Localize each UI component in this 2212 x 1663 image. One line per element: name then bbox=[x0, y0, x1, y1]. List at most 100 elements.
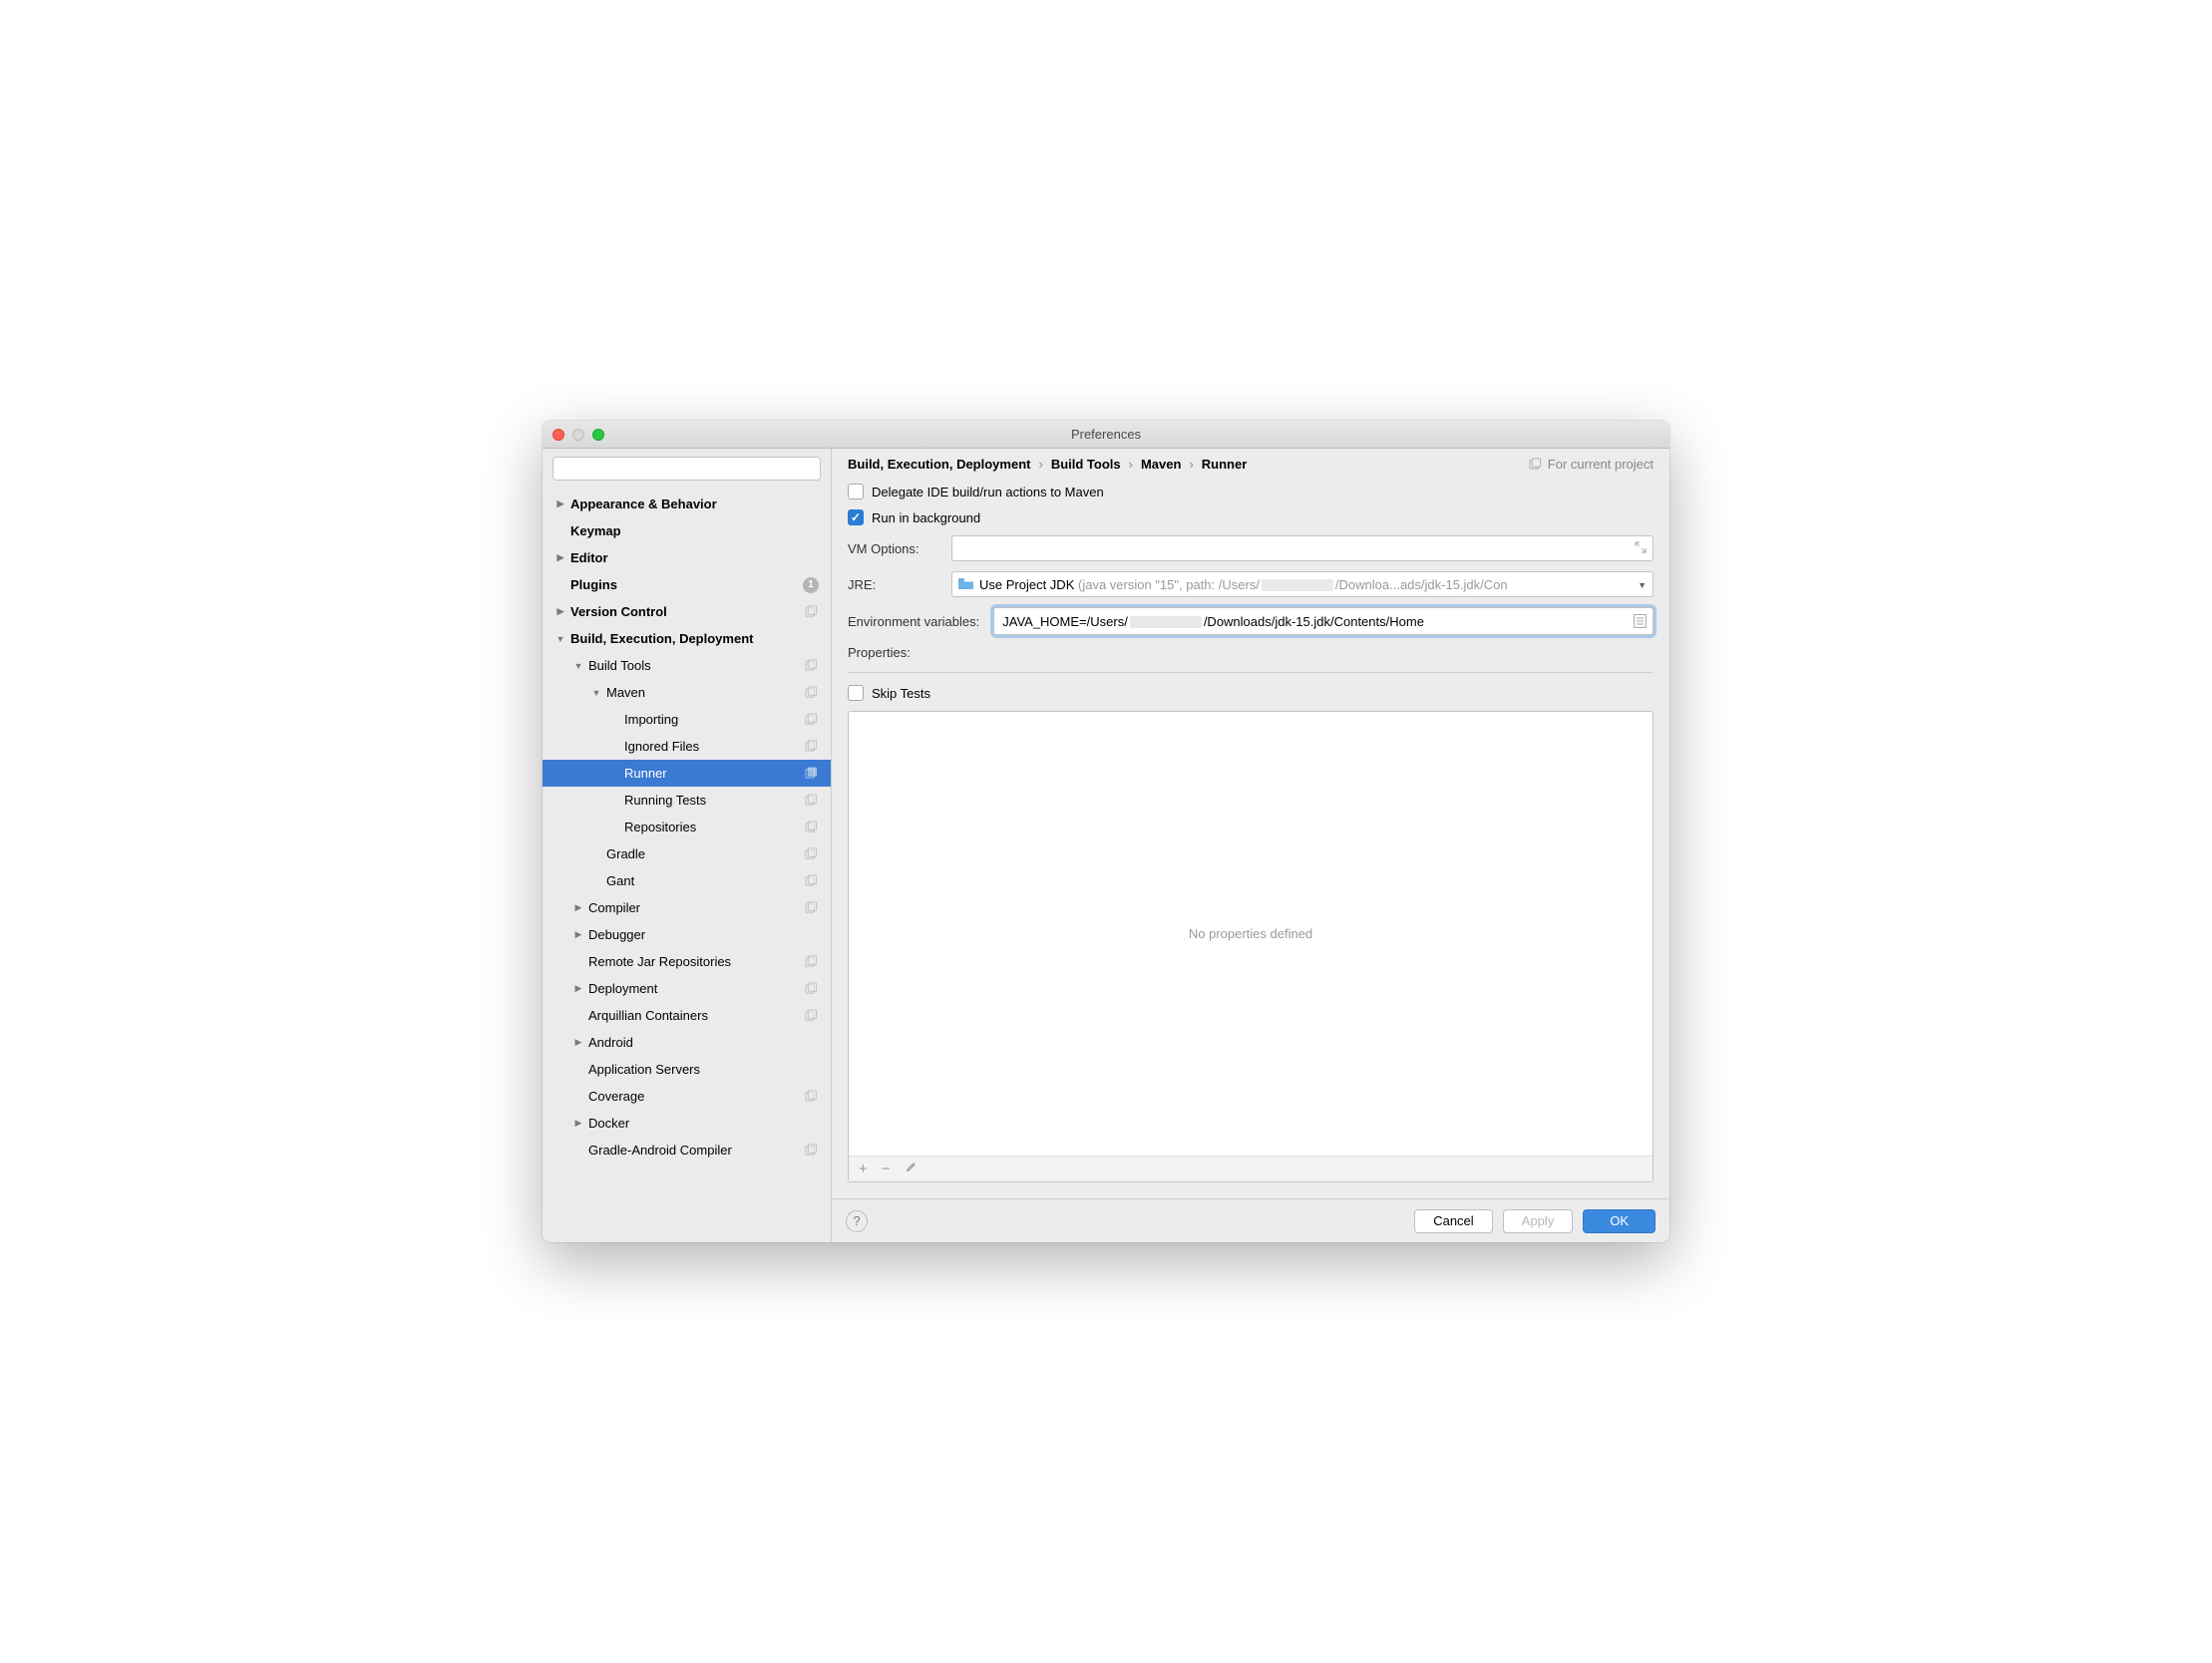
properties-toolbar: + − bbox=[849, 1156, 1653, 1181]
titlebar: Preferences bbox=[543, 421, 1669, 449]
tree-item[interactable]: ▶ Android bbox=[543, 1029, 831, 1056]
tree-item[interactable]: ▶Appearance & Behavior bbox=[543, 491, 831, 517]
jre-dropdown[interactable]: Use Project JDK (java version "15", path… bbox=[951, 571, 1654, 597]
project-scope-icon bbox=[805, 955, 823, 969]
list-icon[interactable] bbox=[1634, 614, 1647, 631]
tree-item[interactable]: Ignored Files bbox=[543, 733, 831, 760]
chevron-right-icon[interactable]: ▶ bbox=[572, 1037, 584, 1048]
crumb-2[interactable]: Maven bbox=[1141, 457, 1181, 472]
properties-table: No properties defined + − bbox=[848, 711, 1654, 1182]
delegate-checkbox-row[interactable]: Delegate IDE build/run actions to Maven bbox=[848, 484, 1654, 499]
chevron-right-icon[interactable]: ▶ bbox=[572, 1118, 584, 1129]
cancel-button[interactable]: Cancel bbox=[1414, 1209, 1492, 1233]
tree-item[interactable]: Repositories bbox=[543, 814, 831, 840]
help-button[interactable]: ? bbox=[846, 1210, 868, 1232]
tree-item[interactable]: ▼Maven bbox=[543, 679, 831, 706]
count-badge: 1 bbox=[803, 577, 819, 593]
tree-item-label: Coverage bbox=[588, 1089, 644, 1104]
tree-item[interactable]: ▼Build Tools bbox=[543, 652, 831, 679]
tree-item[interactable]: Runner bbox=[543, 760, 831, 787]
checkbox-icon[interactable] bbox=[848, 685, 864, 701]
project-scope-icon bbox=[805, 794, 823, 808]
vm-options-input[interactable] bbox=[951, 535, 1654, 561]
edit-button[interactable] bbox=[905, 1161, 918, 1177]
tree-item[interactable]: ▶ Deployment bbox=[543, 975, 831, 1002]
tree-item-label: Keymap bbox=[570, 523, 621, 538]
tree-item[interactable]: ▶ Compiler bbox=[543, 894, 831, 921]
tree-item-label: Editor bbox=[570, 550, 608, 565]
add-button[interactable]: + bbox=[859, 1161, 868, 1177]
tree-item-label: Importing bbox=[624, 712, 678, 727]
tree-item[interactable]: ▶Debugger bbox=[543, 921, 831, 948]
tree-item[interactable]: Coverage bbox=[543, 1083, 831, 1110]
project-scope-icon bbox=[805, 605, 823, 619]
tree-item-label: Ignored Files bbox=[624, 739, 699, 754]
project-scope-icon bbox=[805, 1090, 823, 1104]
tree-item[interactable]: Keymap bbox=[543, 517, 831, 544]
tree-item[interactable]: ▼ Build, Execution, Deployment bbox=[543, 625, 831, 652]
env-vars-label: Environment variables: bbox=[848, 614, 979, 629]
project-scope-icon bbox=[805, 874, 823, 888]
skip-tests-checkbox-row[interactable]: Skip Tests bbox=[848, 685, 1654, 701]
tree-item-label: Build, Execution, Deployment bbox=[570, 631, 753, 646]
properties-label: Properties: bbox=[848, 645, 1654, 660]
crumb-0[interactable]: Build, Execution, Deployment bbox=[848, 457, 1030, 472]
crumb-3[interactable]: Runner bbox=[1202, 457, 1248, 472]
project-scope-icon bbox=[805, 1009, 823, 1023]
tree-item[interactable]: Application Servers bbox=[543, 1056, 831, 1083]
project-scope-icon bbox=[805, 1144, 823, 1158]
chevron-right-icon: › bbox=[1129, 457, 1133, 472]
chevron-down-icon[interactable]: ▼ bbox=[572, 661, 584, 671]
stack-icon bbox=[1529, 458, 1542, 471]
tree-item-label: Running Tests bbox=[624, 793, 706, 808]
settings-tree[interactable]: ▶Appearance & Behavior Keymap ▶ Editor Plugi… bbox=[543, 489, 831, 1242]
vm-options-label: VM Options: bbox=[848, 541, 939, 556]
run-background-label: Run in background bbox=[872, 510, 980, 525]
tree-item-label: Android bbox=[588, 1035, 633, 1050]
chevron-right-icon[interactable]: ▶ bbox=[572, 983, 584, 994]
jre-value: Use Project JDK (java version "15", path… bbox=[979, 577, 1633, 592]
tree-item[interactable]: Arquillian Containers bbox=[543, 1002, 831, 1029]
project-scope-icon bbox=[805, 659, 823, 673]
tree-item-label: Compiler bbox=[588, 900, 640, 915]
tree-item[interactable]: Gradle bbox=[543, 840, 831, 867]
tree-item[interactable]: Gradle-Android Compiler bbox=[543, 1137, 831, 1164]
tree-item[interactable]: Gant bbox=[543, 867, 831, 894]
tree-item[interactable]: Remote Jar Repositories bbox=[543, 948, 831, 975]
chevron-down-icon[interactable]: ▼ bbox=[554, 634, 566, 644]
chevron-down-icon[interactable]: ▼ bbox=[590, 688, 602, 698]
breadcrumb: Build, Execution, Deployment › Build Too… bbox=[832, 449, 1669, 484]
chevron-right-icon[interactable]: ▶ bbox=[554, 552, 566, 563]
tree-item[interactable]: Plugins1 bbox=[543, 571, 831, 598]
apply-button[interactable]: Apply bbox=[1503, 1209, 1574, 1233]
crumb-1[interactable]: Build Tools bbox=[1051, 457, 1121, 472]
project-scope-icon bbox=[805, 982, 823, 996]
ok-button[interactable]: OK bbox=[1583, 1209, 1656, 1233]
chevron-right-icon[interactable]: ▶ bbox=[554, 606, 566, 617]
tree-item[interactable]: ▶ Docker bbox=[543, 1110, 831, 1137]
folder-icon bbox=[958, 578, 973, 590]
tree-item[interactable]: Importing bbox=[543, 706, 831, 733]
checkbox-checked-icon[interactable] bbox=[848, 509, 864, 525]
tree-item-label: Docker bbox=[588, 1116, 629, 1131]
chevron-right-icon[interactable]: ▶ bbox=[572, 929, 584, 940]
checkbox-icon[interactable] bbox=[848, 484, 864, 499]
expand-icon[interactable] bbox=[1635, 541, 1647, 556]
tree-item-label: Deployment bbox=[588, 981, 657, 996]
chevron-right-icon[interactable]: ▶ bbox=[554, 499, 566, 509]
redacted-text bbox=[1262, 579, 1333, 591]
sidebar: ▶Appearance & Behavior Keymap ▶ Editor Plugi… bbox=[543, 449, 832, 1242]
project-scope-icon bbox=[805, 740, 823, 754]
chevron-down-icon: ▼ bbox=[1638, 580, 1647, 590]
project-scope-label: For current project bbox=[1529, 457, 1654, 472]
tree-item-label: Application Servers bbox=[588, 1062, 700, 1077]
env-vars-input[interactable]: JAVA_HOME=/Users//Downloads/jdk-15.jdk/C… bbox=[993, 607, 1654, 635]
tree-item-label: Gradle bbox=[606, 846, 645, 861]
run-background-checkbox-row[interactable]: Run in background bbox=[848, 509, 1654, 525]
remove-button[interactable]: − bbox=[882, 1161, 891, 1177]
search-input[interactable] bbox=[553, 457, 821, 481]
tree-item[interactable]: ▶ Editor bbox=[543, 544, 831, 571]
chevron-right-icon[interactable]: ▶ bbox=[572, 902, 584, 913]
tree-item[interactable]: Running Tests bbox=[543, 787, 831, 814]
tree-item[interactable]: ▶Version Control bbox=[543, 598, 831, 625]
